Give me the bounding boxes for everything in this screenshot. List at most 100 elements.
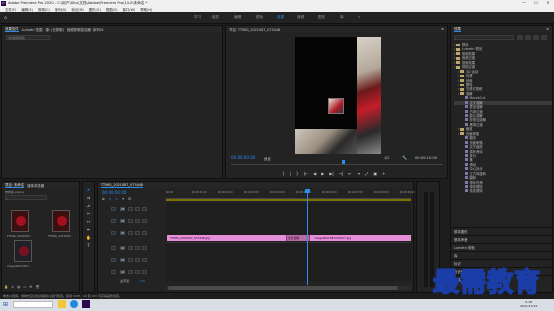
v3-lock-icon[interactable] [128,207,133,211]
a3-solo-icon[interactable] [142,270,147,274]
workspace-tab-color[interactable]: 颜色 [256,15,263,20]
icon-view-icon[interactable]: ▦ [17,285,20,289]
track-target-a3[interactable]: A3 [120,270,125,274]
program-scrub-bar[interactable] [231,160,443,165]
new-bin-icon[interactable]: ▭ [23,285,26,289]
timeline-timecode[interactable]: 00:00:00:00 [102,190,126,195]
panel-menu-icon[interactable]: ≡ [441,27,444,31]
go-to-out-icon[interactable]: →| [339,171,344,176]
a3-mute-icon[interactable] [135,270,140,274]
project-item-thumbnail[interactable] [11,210,29,232]
mark-in-icon[interactable]: { [282,171,285,176]
time-ruler[interactable]: 00:00 00:00:01:00 00:00:02:00 00:00:03:00 00… [166,189,415,199]
v1-sync-icon[interactable] [135,231,140,235]
play-icon[interactable]: ▶ [321,171,324,176]
export-frame-icon[interactable]: ⤢ [365,171,368,176]
project-item-thumbnail[interactable] [52,210,70,232]
menu-help[interactable]: 帮助(H) [140,7,152,12]
track-target-v1[interactable]: V1 [120,231,125,235]
workspace-overflow-icon[interactable]: » [358,15,360,19]
tab-effect-controls[interactable]: 效果控件 [5,26,19,32]
clip-b[interactable]: image2021087223217.jpg [311,235,351,241]
lock-icon[interactable]: 🔒 [4,285,8,289]
new-item-icon[interactable]: ✚ [30,285,33,289]
track-target-a2[interactable]: A2 [120,258,125,262]
timeline-playhead[interactable] [307,189,308,285]
button-editor-icon[interactable]: + [382,171,385,176]
selection-tool-icon[interactable]: ➤ [87,187,90,192]
list-view-icon[interactable]: ≣ [11,285,14,289]
track-target-a1[interactable]: A1 [120,246,125,250]
playhead-handle[interactable] [305,189,310,193]
track-select-tool-icon[interactable]: ⇉ [87,195,90,200]
menu-window[interactable]: 窗口(W) [123,7,136,12]
a1-mute-icon[interactable] [135,246,140,250]
v1-eye-icon[interactable] [142,231,147,235]
v2-lock-icon[interactable] [128,219,133,223]
source-patch-a2[interactable] [111,258,116,262]
mark-out-icon[interactable]: } [296,171,299,176]
master-volume-value[interactable]: 0.0 [140,279,145,283]
project-item-thumbnail[interactable] [14,240,32,262]
file-explorer-icon[interactable] [58,300,66,308]
panel-menu-icon[interactable]: ≡ [546,27,549,31]
workspace-tab-learn[interactable]: 学习 [194,15,201,20]
add-marker-icon[interactable]: ▾ [122,197,124,201]
menu-graphics[interactable]: 图形(G) [89,7,101,12]
a2-lock-icon[interactable] [128,258,133,262]
work-area-bar[interactable] [166,199,411,201]
new-bin-icon[interactable] [541,35,547,40]
premiere-taskbar-icon[interactable] [82,300,90,308]
accelerated-effects-icon[interactable] [517,35,523,40]
v3-sync-icon[interactable] [135,207,140,211]
tab-lumetri-scopes[interactable]: Lumetri 范围 [22,27,43,32]
tab-source[interactable]: 源: (无剪辑) [45,27,63,32]
linked-selection-icon[interactable]: ⊂ [115,197,118,201]
source-patch-a3[interactable] [111,270,116,274]
effects-search-input[interactable]: ⌕ [454,35,514,41]
menu-edit[interactable]: 编辑(E) [21,7,33,12]
wrench-icon[interactable]: 🔧 [402,155,407,160]
tab-effects[interactable]: 效果 [454,26,461,32]
playhead-marker[interactable] [342,160,345,164]
a3-lock-icon[interactable] [128,270,133,274]
workspace-tab-effects[interactable]: 效果 [277,15,284,20]
source-patch-a1[interactable] [111,246,116,250]
a2-mute-icon[interactable] [135,258,140,262]
razor-tool-icon[interactable]: ✂ [87,211,90,216]
tab-project[interactable]: 项目: 未命名 [5,182,25,188]
v3-eye-icon[interactable] [142,207,147,211]
menu-clip[interactable]: 剪辑(C) [38,7,50,12]
settings-wrench-icon[interactable]: ⚙ [128,197,131,201]
go-to-in-icon[interactable]: |← [303,171,308,176]
a2-solo-icon[interactable] [142,258,147,262]
program-timecode[interactable]: 00:00:00:00 [231,155,255,160]
timeline-scrollbar[interactable] [166,286,411,290]
step-forward-icon[interactable]: ▶| [329,171,333,176]
extract-icon[interactable]: ⇥ [357,171,360,176]
browser-icon[interactable] [70,300,78,308]
v1-lock-icon[interactable] [128,231,133,235]
workspace-tab-audio[interactable]: 音频 [297,15,304,20]
track-target-v3[interactable]: V3 [120,207,125,211]
panel-section-header[interactable]: 基本声音 [451,235,552,243]
ripple-edit-tool-icon[interactable]: ⟛ [87,203,91,208]
pen-tool-icon[interactable]: ✒ [87,227,90,232]
add-marker-icon[interactable]: | [290,171,291,176]
workspace-tab-editing[interactable]: 编辑 [234,15,241,20]
panel-section-header[interactable]: 库 [451,251,552,259]
panel-section-header[interactable]: Lumetri 颜色 [451,243,552,251]
type-tool-icon[interactable]: T [87,243,89,248]
tab-media-browser[interactable]: 媒体浏览器 [27,183,44,188]
trash-icon[interactable]: 🗑 [35,285,39,289]
program-monitor-title[interactable]: 节目: TTMIG_2021087_075448 [229,27,280,32]
workspace-tab-graphics[interactable]: 图形 [318,15,325,20]
insert-sequence-icon[interactable]: ⧉ [102,197,105,201]
source-patch-v2[interactable] [111,219,116,223]
panel-section-header[interactable]: 基本图形 [451,227,552,235]
track-target-v2[interactable]: V2 [120,219,125,223]
32bit-effects-icon[interactable] [525,35,531,40]
home-icon[interactable]: ⌂ [4,15,7,21]
resolution-select[interactable]: 1/2 [384,156,389,160]
source-patch-v3[interactable] [111,207,116,211]
